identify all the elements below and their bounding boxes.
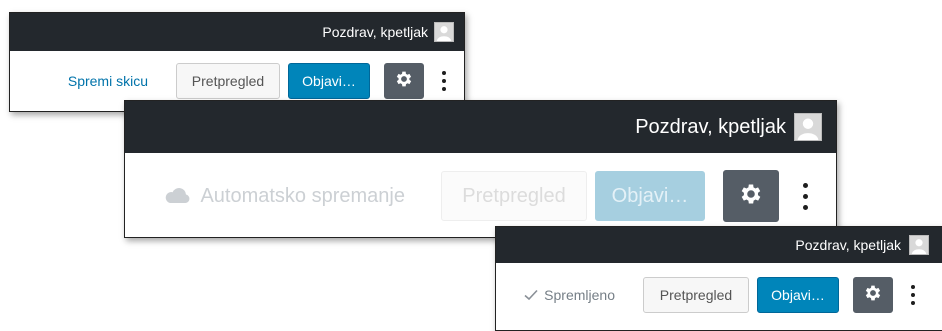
vertical-ellipsis-icon — [803, 180, 808, 213]
greeting-text[interactable]: Pozdrav, kpetljak — [635, 116, 786, 139]
admin-bar: Pozdrav, kpetljak — [10, 13, 464, 51]
settings-button[interactable] — [723, 170, 779, 222]
vertical-ellipsis-icon — [911, 283, 915, 307]
publish-button[interactable]: Objavi… — [288, 63, 370, 99]
more-options-button[interactable] — [911, 283, 915, 307]
save-draft-button[interactable]: Spremi skicu — [68, 73, 148, 89]
saved-label: Spremljeno — [544, 287, 615, 303]
check-icon — [524, 289, 538, 301]
user-avatar-icon[interactable] — [434, 22, 454, 42]
greeting-text[interactable]: Pozdrav, kpetljak — [322, 24, 428, 40]
vertical-ellipsis-icon — [442, 69, 446, 93]
admin-bar: Pozdrav, kpetljak — [125, 101, 836, 153]
gear-icon — [394, 69, 414, 94]
gear-icon — [738, 181, 764, 212]
editor-toolbar: Spremljeno Pretpregled Objavi… — [496, 263, 942, 327]
settings-button[interactable] — [384, 63, 424, 99]
preview-button[interactable]: Pretpregled — [441, 171, 587, 221]
admin-bar: Pozdrav, kpetljak — [496, 227, 942, 263]
editor-header-panel-autosaving: Pozdrav, kpetljak Automatsko spremanje P… — [124, 100, 837, 238]
user-avatar-icon[interactable] — [909, 235, 929, 255]
autosave-label: Automatsko spremanje — [200, 184, 405, 207]
more-options-button[interactable] — [442, 69, 446, 93]
publish-button[interactable]: Objavi… — [595, 171, 705, 221]
cloud-icon — [164, 187, 192, 205]
more-options-button[interactable] — [803, 180, 808, 213]
preview-button[interactable]: Pretpregled — [176, 63, 280, 99]
greeting-text[interactable]: Pozdrav, kpetljak — [795, 237, 901, 253]
autosave-status: Automatsko spremanje — [164, 185, 405, 208]
editor-header-panel-saved: Pozdrav, kpetljak Spremljeno Pretpregled… — [495, 226, 942, 331]
publish-button[interactable]: Objavi… — [757, 277, 839, 313]
preview-button[interactable]: Pretpregled — [643, 277, 749, 313]
editor-header-panel-draft: Pozdrav, kpetljak Spremi skicu Pretpregl… — [9, 12, 465, 112]
saved-status: Spremljeno — [524, 287, 615, 303]
gear-icon — [863, 283, 883, 308]
settings-button[interactable] — [853, 277, 893, 313]
user-avatar-icon[interactable] — [794, 113, 822, 141]
